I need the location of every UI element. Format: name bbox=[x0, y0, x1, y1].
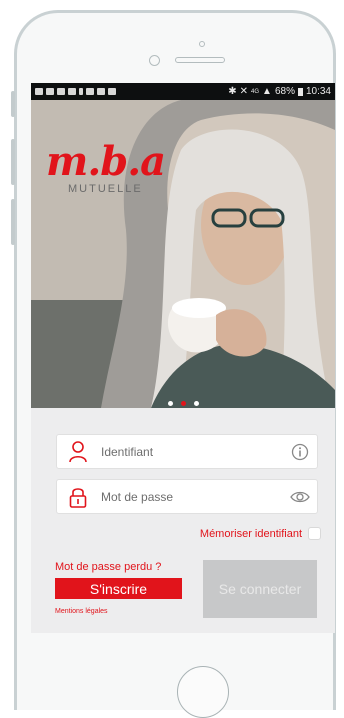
carousel-dot[interactable] bbox=[193, 401, 199, 406]
signup-button[interactable]: S'inscrire bbox=[55, 578, 182, 599]
logo-text: m.b.a bbox=[46, 138, 166, 185]
eye-icon[interactable] bbox=[283, 490, 317, 504]
chat-icon bbox=[68, 88, 76, 95]
legal-mentions-link[interactable]: Mentions légales bbox=[55, 608, 108, 615]
identifier-input[interactable] bbox=[99, 443, 283, 460]
battery-icon bbox=[297, 87, 303, 96]
carousel-dots bbox=[31, 401, 335, 406]
key-icon bbox=[86, 88, 94, 95]
remember-label: Mémoriser identifiant bbox=[199, 527, 302, 540]
image-icon bbox=[57, 88, 65, 95]
microphone-icon bbox=[79, 88, 83, 95]
shield-icon bbox=[97, 88, 105, 95]
lock-icon bbox=[57, 486, 99, 508]
facebook-icon bbox=[35, 88, 43, 95]
side-button-top bbox=[11, 91, 15, 117]
forgot-password-link[interactable]: Mot de passe perdu ? bbox=[55, 561, 161, 573]
app-screen: ✱ ✕ 4G ▲ 68% 10:34 m.b.a MUTUELLE Identi… bbox=[31, 83, 335, 633]
remember-checkbox[interactable] bbox=[308, 527, 321, 540]
network-type: 4G bbox=[251, 88, 260, 95]
signal-icon: ▲ bbox=[262, 86, 272, 97]
gallery-icon bbox=[108, 88, 116, 95]
clock: 10:34 bbox=[305, 86, 331, 97]
password-input[interactable] bbox=[99, 488, 283, 505]
front-camera bbox=[199, 41, 205, 47]
notification-icons bbox=[35, 88, 116, 95]
person-icon bbox=[57, 440, 99, 463]
carousel-dot-active[interactable] bbox=[180, 401, 186, 406]
mute-icon: ✕ bbox=[239, 86, 249, 97]
side-button-volume-down bbox=[11, 199, 15, 245]
logo-subtext: MUTUELLE bbox=[68, 183, 143, 195]
carousel-dot[interactable] bbox=[167, 401, 173, 406]
remember-identifier[interactable]: Mémoriser identifiant bbox=[200, 527, 321, 540]
message-icon bbox=[46, 88, 54, 95]
status-bar: ✱ ✕ 4G ▲ 68% 10:34 bbox=[31, 83, 335, 100]
password-field[interactable] bbox=[56, 479, 318, 514]
identifier-field[interactable] bbox=[56, 434, 318, 469]
system-status: ✱ ✕ 4G ▲ 68% 10:34 bbox=[228, 86, 331, 97]
proximity-sensor bbox=[149, 55, 160, 66]
battery-percent: 68% bbox=[274, 86, 295, 97]
bluetooth-icon: ✱ bbox=[228, 86, 237, 97]
home-button[interactable] bbox=[177, 666, 229, 718]
connect-button[interactable]: Se connecter bbox=[203, 560, 317, 618]
info-icon[interactable] bbox=[283, 443, 317, 461]
hero-image: m.b.a MUTUELLE bbox=[31, 100, 335, 408]
brand-logo: m.b.a MUTUELLE bbox=[46, 138, 166, 196]
earpiece-speaker bbox=[175, 57, 225, 63]
side-button-volume-up bbox=[11, 139, 15, 185]
